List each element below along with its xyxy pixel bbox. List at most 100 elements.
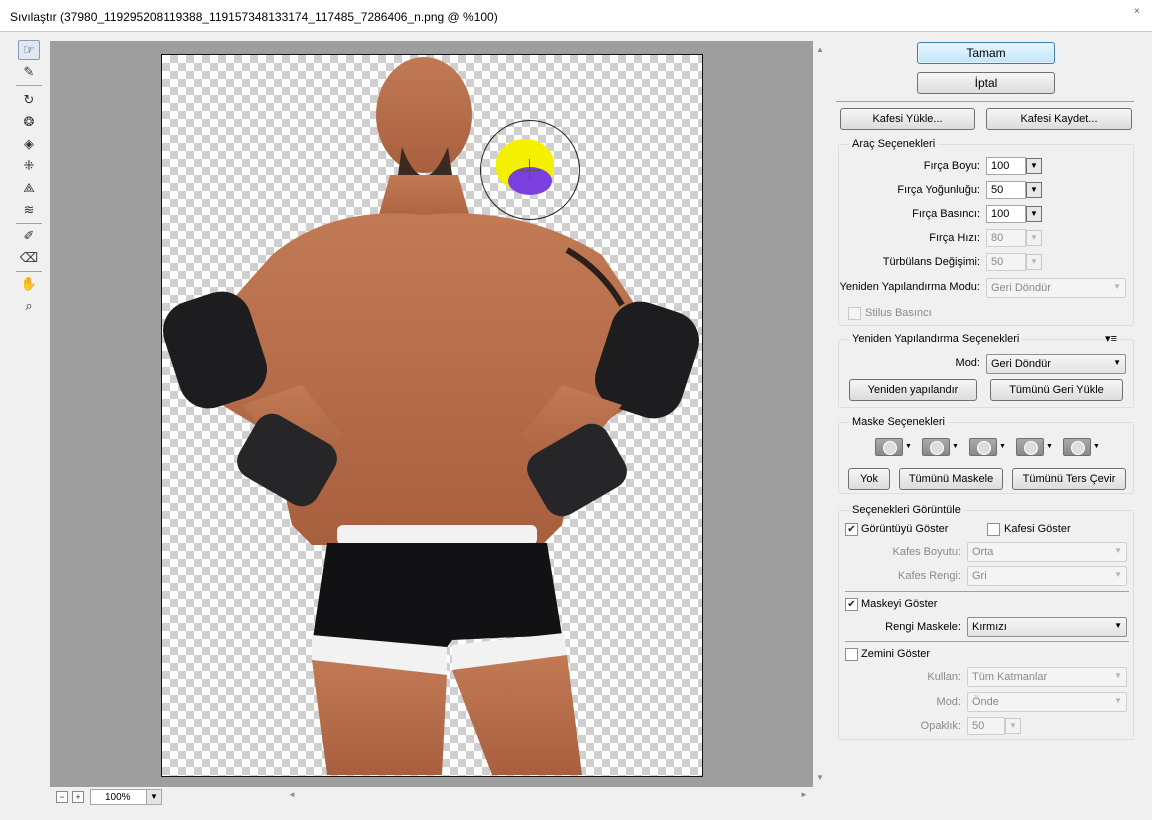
mesh-color-value: Gri [972, 570, 987, 582]
window-title: Sıvılaştır (37980_119295208119388_119157… [10, 10, 498, 24]
chevron-down-icon[interactable]: ▼ [905, 443, 912, 450]
turbulent-jitter-field: 50 [986, 253, 1026, 271]
load-mesh-button[interactable]: Kafesi Yükle... [840, 108, 975, 130]
mesh-color-label: Kafes Rengi: [898, 570, 961, 582]
stylus-pressure-label: Stilus Basıncı [865, 307, 932, 319]
show-backdrop-label: Zemini Göster [861, 648, 931, 660]
use-label: Kullan: [927, 671, 961, 683]
hand-icon[interactable]: ✋ [18, 274, 40, 294]
mirror-icon[interactable]: ⟁ [18, 178, 40, 198]
subject-photo [163, 57, 699, 775]
chevron-down-icon[interactable]: ▼ [1093, 443, 1100, 450]
scroll-up-icon[interactable]: ▲ [813, 43, 827, 57]
recon-mode-select: Geri Döndür ▼ [986, 278, 1126, 298]
show-mask-label: Maskeyi Göster [861, 598, 938, 610]
invert-all-button[interactable]: Tümünü Ters Çevir [1012, 468, 1126, 490]
forward-warp-icon[interactable]: ☞ [18, 40, 40, 60]
mask-color-value: Kırmızı [972, 621, 1007, 633]
tool-options-group: Araç Seçenekleri Fırça Boyu: 100 ▼ Fırça… [838, 138, 1134, 326]
use-select: Tüm Katmanlar ▼ [967, 667, 1127, 687]
chevron-down-icon: ▼ [1113, 358, 1121, 367]
title-bar: Sıvılaştır (37980_119295208119388_119157… [0, 0, 1152, 32]
tool-options-title: Araç Seçenekleri [849, 138, 939, 150]
mask-invert-icon[interactable] [1063, 438, 1091, 456]
reconstruct-options-group: Yeniden Yapılandırma Seçenekleri ▾≡ Mod:… [838, 332, 1134, 408]
none-button[interactable]: Yok [848, 468, 890, 490]
restore-all-button[interactable]: Tümünü Geri Yükle [990, 379, 1123, 401]
turbulent-jitter-label: Türbülans Değişimi: [882, 256, 980, 268]
mesh-color-select: Gri ▼ [967, 566, 1127, 586]
brush-density-dropdown[interactable]: ▼ [1026, 182, 1042, 198]
mesh-size-label: Kafes Boyutu: [892, 546, 962, 558]
vertical-scrollbar[interactable]: ▲ ▼ [813, 41, 827, 787]
reconstruct-button[interactable]: Yeniden yapılandır [849, 379, 977, 401]
view-options-title: Seçenekleri Görüntüle [849, 504, 964, 516]
turbulence-icon[interactable]: ≋ [18, 200, 40, 220]
scroll-right-icon[interactable]: ► [800, 790, 808, 799]
zoom-icon[interactable]: ⌕ [18, 296, 40, 316]
mask-add-icon[interactable] [922, 438, 950, 456]
pucker-icon[interactable]: ❂ [18, 112, 40, 132]
tool-palette: ☞ ✎ ↻ ❂ ◈ ⁜ ⟁ ≋ ✐ ⌫ ✋ ⌕ [12, 38, 46, 328]
use-value: Tüm Katmanlar [972, 671, 1048, 683]
chevron-down-icon: ▼ [1114, 621, 1122, 630]
chevron-down-icon: ▼ [1114, 546, 1122, 555]
divider [845, 641, 1129, 642]
tool-separator [16, 223, 42, 224]
thaw-mask-icon[interactable]: ⌫ [18, 248, 40, 268]
chevron-down-icon[interactable]: ▼ [1046, 443, 1053, 450]
opacity-label: Opaklık: [920, 720, 961, 732]
push-left-icon[interactable]: ⁜ [18, 156, 40, 176]
brush-rate-dropdown: ▼ [1026, 230, 1042, 246]
panel-menu-icon[interactable]: ▾≡ [1105, 332, 1117, 345]
scroll-left-icon[interactable]: ◄ [288, 790, 296, 799]
mesh-size-select: Orta ▼ [967, 542, 1127, 562]
zoom-out-button[interactable]: − [56, 791, 68, 803]
tool-separator [16, 271, 42, 272]
twirl-icon[interactable]: ↻ [18, 90, 40, 110]
show-mask-checkbox[interactable]: ✔ [845, 598, 858, 611]
chevron-down-icon[interactable]: ▼ [952, 443, 959, 450]
chevron-down-icon: ▼ [1114, 570, 1122, 579]
show-image-checkbox[interactable]: ✔ [845, 523, 858, 536]
freeze-mask-icon[interactable]: ✐ [18, 226, 40, 246]
brush-pressure-field[interactable]: 100 [986, 205, 1026, 223]
brush-pressure-dropdown[interactable]: ▼ [1026, 206, 1042, 222]
reconstruct-icon[interactable]: ✎ [18, 62, 40, 82]
show-image-label: Görüntüyü Göster [861, 523, 949, 535]
crosshair-icon [529, 159, 530, 181]
brush-pressure-label: Fırça Basıncı: [912, 208, 980, 220]
brush-density-field[interactable]: 50 [986, 181, 1026, 199]
divider [836, 101, 1134, 102]
chevron-down-icon: ▼ [1114, 696, 1122, 705]
mask-all-button[interactable]: Tümünü Maskele [899, 468, 1003, 490]
ok-button[interactable]: Tamam [917, 42, 1055, 64]
zoom-in-button[interactable]: + [72, 791, 84, 803]
stylus-pressure-checkbox [848, 307, 861, 320]
view-options-group: Seçenekleri Görüntüle ✔ Görüntüyü Göster… [838, 504, 1134, 740]
brush-size-dropdown[interactable]: ▼ [1026, 158, 1042, 174]
reconstruct-options-title: Yeniden Yapılandırma Seçenekleri [849, 333, 1023, 345]
mask-replace-icon[interactable] [875, 438, 903, 456]
close-icon[interactable]: × [1134, 6, 1144, 17]
brush-size-field[interactable]: 100 [986, 157, 1026, 175]
brush-rate-field: 80 [986, 229, 1026, 247]
mesh-size-value: Orta [972, 546, 994, 558]
image-preview[interactable] [161, 54, 703, 777]
zoom-dropdown-button[interactable]: ▼ [146, 790, 161, 804]
mask-color-label: Rengi Maskele: [885, 621, 961, 633]
recon-mode-label: Yeniden Yapılandırma Modu: [839, 281, 980, 293]
mask-subtract-icon[interactable] [969, 438, 997, 456]
mask-color-select[interactable]: Kırmızı ▼ [967, 617, 1127, 637]
bloat-icon[interactable]: ◈ [18, 134, 40, 154]
reconstruct-mode-select[interactable]: Geri Döndür ▼ [986, 354, 1126, 374]
show-backdrop-checkbox[interactable] [845, 648, 858, 661]
divider [845, 591, 1129, 592]
preview-canvas[interactable]: ▲ ▼ [50, 41, 827, 787]
mask-intersect-icon[interactable] [1016, 438, 1044, 456]
chevron-down-icon[interactable]: ▼ [999, 443, 1006, 450]
save-mesh-button[interactable]: Kafesi Kaydet... [986, 108, 1132, 130]
cancel-button[interactable]: İptal [917, 72, 1055, 94]
show-mesh-checkbox[interactable] [987, 523, 1000, 536]
scroll-down-icon[interactable]: ▼ [813, 771, 827, 785]
